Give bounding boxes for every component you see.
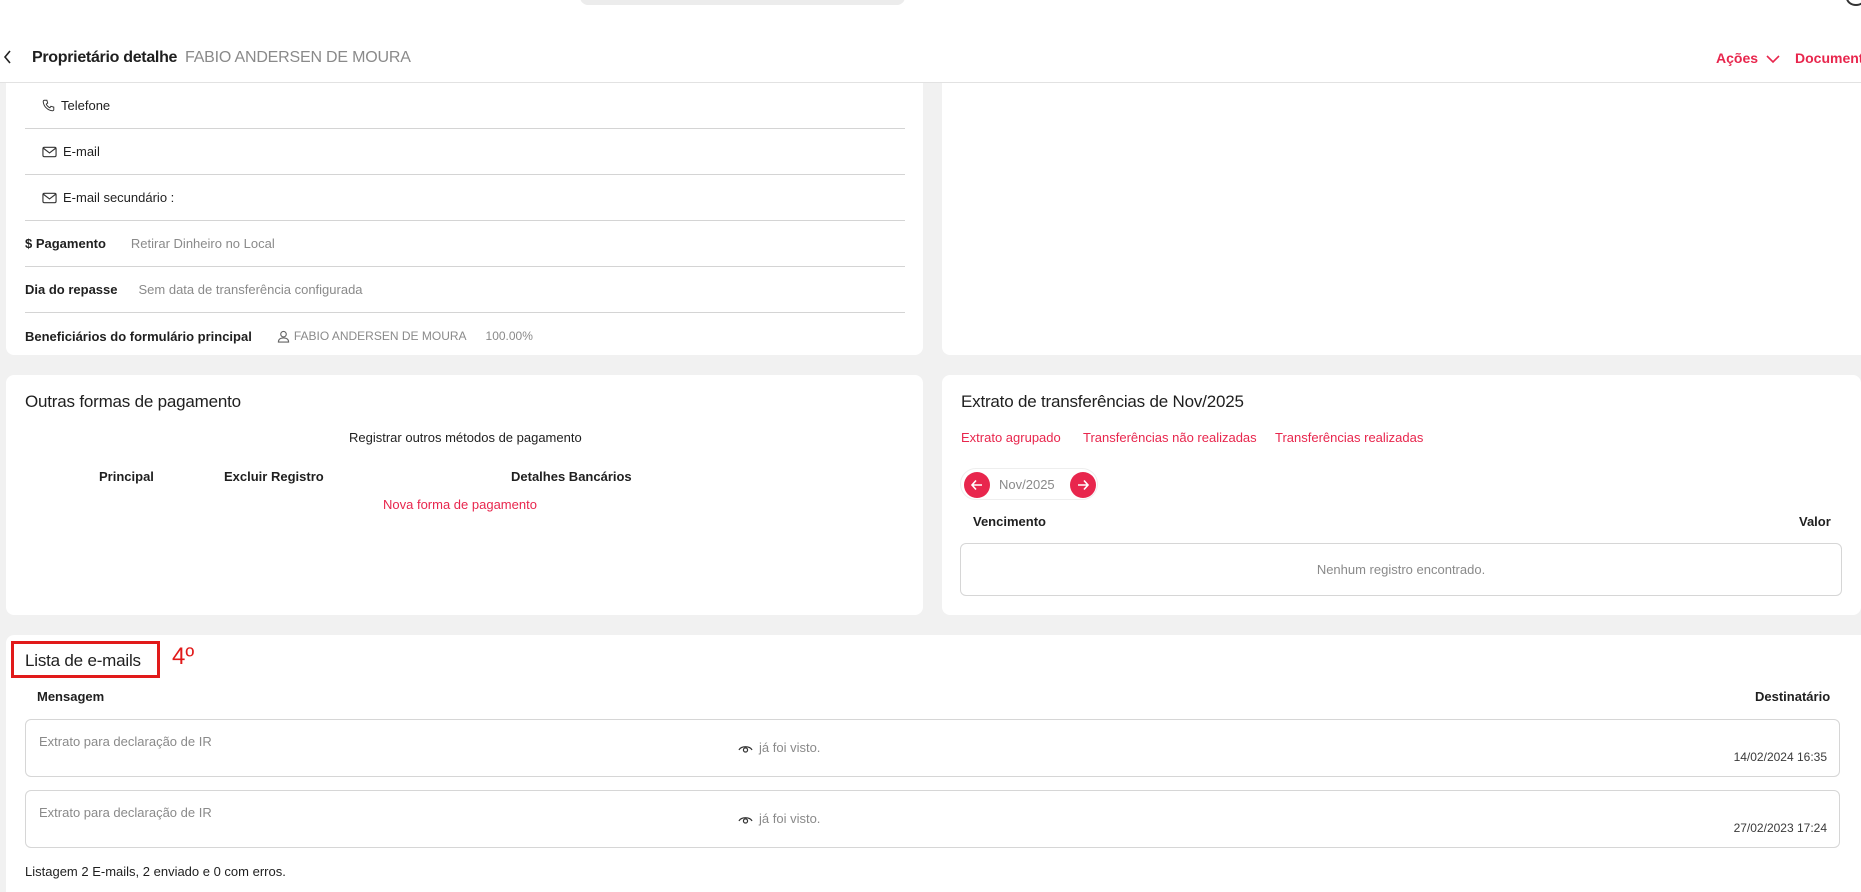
column-bank-details: Detalhes Bancários <box>511 469 632 484</box>
chevron-left-icon <box>3 50 11 64</box>
actions-label: Ações <box>1716 50 1759 66</box>
mail-icon <box>42 192 57 203</box>
other-payments-subtitle: Registrar outros métodos de pagamento <box>349 430 582 445</box>
email-status: já foi visto. <box>738 811 820 826</box>
side-panel-card <box>942 83 1861 355</box>
column-principal: Principal <box>99 469 154 484</box>
email-message: Extrato para declaração de IR <box>39 734 212 749</box>
email-status-text: já foi visto. <box>759 811 821 826</box>
back-button[interactable] <box>3 48 17 68</box>
empty-state: Nenhum registro encontrado. <box>960 543 1842 596</box>
arrow-left-icon <box>970 479 982 491</box>
page-subtitle: FABIO ANDERSEN DE MOURA <box>185 49 411 66</box>
tab-pending-transfers[interactable]: Transferências não realizadas <box>1083 430 1257 445</box>
email-status: já foi visto. <box>738 740 820 755</box>
email-list-title: Lista de e-mails <box>25 651 141 670</box>
previous-month-button[interactable] <box>964 472 990 498</box>
beneficiary-name: FABIO ANDERSEN DE MOURA <box>293 329 467 343</box>
email-label: E-mail <box>63 144 100 159</box>
statement-card: Extrato de transferências de Nov/2025 Ex… <box>942 375 1861 615</box>
secondary-email-label: E-mail secundário : <box>63 190 175 205</box>
email-date: 27/02/2023 17:24 <box>1733 821 1827 835</box>
statement-title: Extrato de transferências de Nov/2025 <box>961 392 1244 411</box>
payment-row: $ Pagamento Retirar Dinheiro no Local <box>25 221 905 267</box>
new-payment-method-link[interactable]: Nova forma de pagamento <box>383 497 537 512</box>
next-month-button[interactable] <box>1070 472 1096 498</box>
eye-icon <box>738 816 753 824</box>
payment-label: $ Pagamento <box>25 236 106 251</box>
phone-icon <box>42 99 55 112</box>
tab-grouped-statement[interactable]: Extrato agrupado <box>961 430 1061 445</box>
annotation-step-marker: 4º <box>172 643 195 670</box>
payment-value: Retirar Dinheiro no Local <box>130 236 275 251</box>
top-bar: Proprietário detalhe FABIO ANDERSEN DE M… <box>0 0 1861 83</box>
column-due-date: Vencimento <box>973 514 1046 529</box>
email-row[interactable]: Extrato para declaração de IR já foi vis… <box>25 719 1840 777</box>
column-value: Valor <box>1799 514 1831 529</box>
phone-row: Telefone <box>25 83 905 129</box>
global-search-input[interactable] <box>580 0 905 5</box>
page-title: Proprietário detalhe <box>32 49 178 66</box>
owner-info-card: Telefone E-mail E-mail secundário : $ Pa… <box>6 83 923 355</box>
month-selector: Nov/2025 <box>960 468 1098 500</box>
other-payments-title: Outras formas de pagamento <box>25 392 241 411</box>
user-icon <box>277 330 289 343</box>
beneficiary-share: 100.00% <box>485 329 533 343</box>
beneficiaries-label: Beneficiários do formulário principal <box>25 328 252 344</box>
mail-icon <box>42 146 57 157</box>
email-row[interactable]: Extrato para declaração de IR já foi vis… <box>25 790 1840 848</box>
email-date: 14/02/2024 16:35 <box>1733 750 1827 764</box>
column-recipient: Destinatário <box>1755 689 1831 704</box>
column-message: Mensagem <box>37 689 105 704</box>
beneficiaries-row: Beneficiários do formulário principal FA… <box>25 313 905 359</box>
email-status-text: já foi visto. <box>759 740 821 755</box>
actions-dropdown[interactable]: Ações <box>1716 50 1780 66</box>
email-list-summary: Listagem 2 E-mails, 2 enviado e 0 com er… <box>25 864 286 879</box>
transfer-day-value: Sem data de transferência configurada <box>138 282 363 297</box>
phone-label: Telefone <box>61 98 111 113</box>
transfer-day-label: Dia do repasse <box>25 282 118 297</box>
email-list-card: Lista de e-mails 4º Mensagem Destinatári… <box>6 635 1861 892</box>
other-payments-card: Outras formas de pagamento Registrar out… <box>6 375 923 615</box>
email-message: Extrato para declaração de IR <box>39 805 212 820</box>
chevron-down-icon <box>1766 55 1780 64</box>
secondary-email-row: E-mail secundário : <box>25 175 905 221</box>
eye-icon <box>738 745 753 753</box>
email-row: E-mail <box>25 129 905 175</box>
arrow-right-icon <box>1078 479 1090 491</box>
documents-button[interactable]: Documentos <box>1795 50 1861 66</box>
transfer-day-row: Dia do repasse Sem data de transferência… <box>25 267 905 313</box>
user-avatar[interactable] <box>1846 0 1861 6</box>
tab-completed-transfers[interactable]: Transferências realizadas <box>1275 430 1423 445</box>
current-month: Nov/2025 <box>999 477 1055 492</box>
column-delete-record: Excluir Registro <box>224 469 324 484</box>
